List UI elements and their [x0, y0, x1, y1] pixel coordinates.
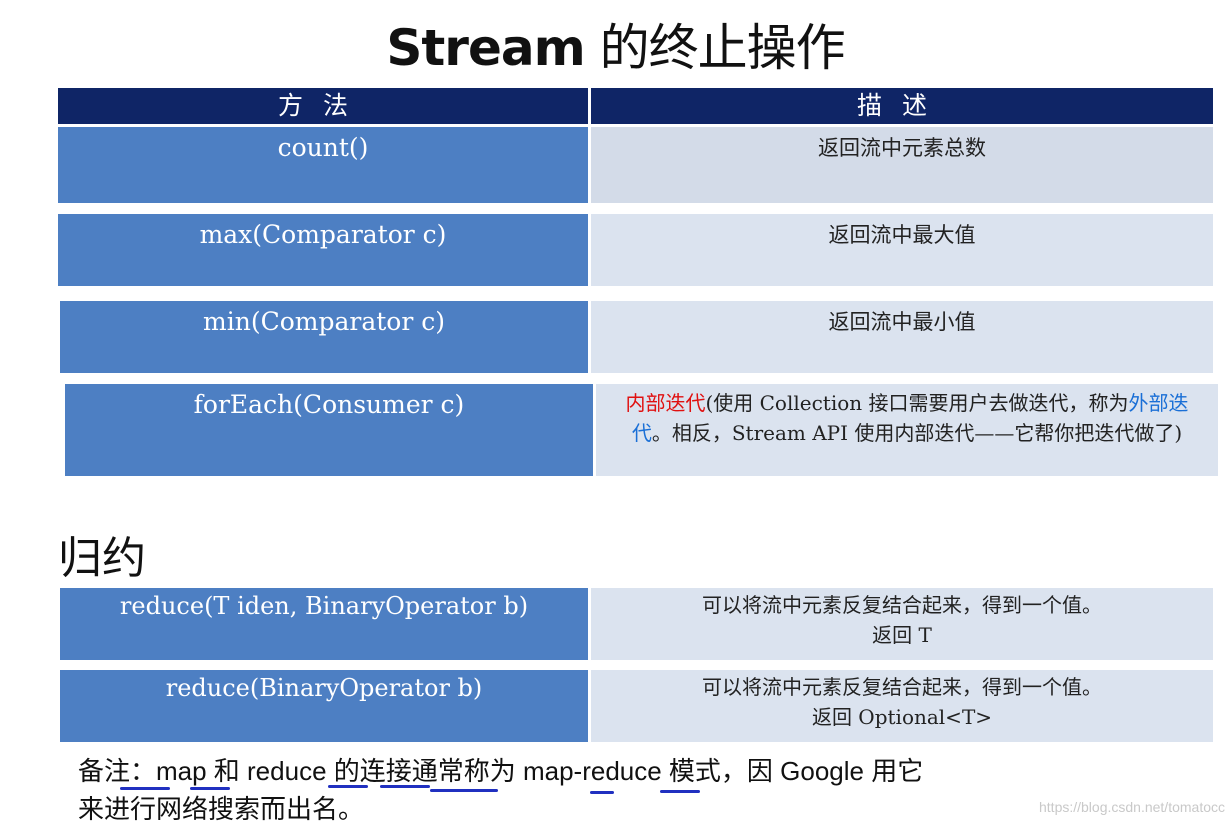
- annotation-underline: [120, 787, 170, 790]
- description-cell: 返回流中元素总数: [591, 127, 1213, 203]
- method-cell: forEach(Consumer c): [65, 384, 593, 476]
- note-line: 来进行网络搜索而出名。: [78, 794, 365, 824]
- note-line: 备注：map 和 reduce 的连接通常称为 map-reduce 模式，因 …: [78, 756, 924, 786]
- reduce-heading: 归约: [58, 533, 146, 584]
- annotation-underline: [590, 791, 614, 794]
- description-cell: 内部迭代(使用 Collection 接口需要用户去做迭代，称为外部迭代。相反，…: [596, 384, 1218, 476]
- table-row: reduce(T iden, BinaryOperator b) 可以将流中元素…: [60, 588, 1213, 660]
- annotation-underline: [660, 790, 700, 793]
- table-row: max(Comparator c) 返回流中最大值: [58, 214, 1213, 286]
- description-line: 返回 T: [872, 623, 932, 647]
- annotation-underline: [380, 785, 430, 788]
- header-method: 方法: [58, 88, 588, 124]
- annotation-underline: [430, 789, 498, 792]
- internal-iteration-highlight: 内部迭代: [625, 391, 706, 415]
- page-title: Stream 的终止操作: [0, 8, 1231, 80]
- title-latin: Stream: [386, 19, 585, 77]
- table-row: min(Comparator c) 返回流中最小值: [60, 301, 1213, 373]
- description-text: (使用 Collection 接口需要用户去做迭代，称为: [705, 391, 1129, 415]
- description-line: 可以将流中元素反复结合起来，得到一个值。: [702, 675, 1102, 699]
- method-cell: max(Comparator c): [58, 214, 588, 286]
- method-cell: min(Comparator c): [60, 301, 588, 373]
- title-cjk: 的终止操作: [584, 19, 846, 77]
- header-description: 描述: [591, 88, 1213, 124]
- method-cell: reduce(T iden, BinaryOperator b): [60, 588, 588, 660]
- description-cell: 可以将流中元素反复结合起来，得到一个值。 返回 T: [591, 588, 1213, 660]
- description-cell: 返回流中最小值: [591, 301, 1213, 373]
- annotation-underline: [190, 787, 230, 790]
- description-line: 可以将流中元素反复结合起来，得到一个值。: [702, 593, 1102, 617]
- description-cell: 返回流中最大值: [591, 214, 1213, 286]
- method-cell: count(): [58, 127, 588, 203]
- table-row: forEach(Consumer c) 内部迭代(使用 Collection 接…: [65, 384, 1218, 476]
- description-cell: 可以将流中元素反复结合起来，得到一个值。 返回 Optional<T>: [591, 670, 1213, 742]
- table-row: reduce(BinaryOperator b) 可以将流中元素反复结合起来，得…: [60, 670, 1213, 742]
- table-header: 方法 描述: [58, 88, 1213, 124]
- description-line: 返回 Optional<T>: [811, 705, 993, 729]
- table-row: count() 返回流中元素总数: [58, 127, 1213, 203]
- method-cell: reduce(BinaryOperator b): [60, 670, 588, 742]
- note: 备注：map 和 reduce 的连接通常称为 map-reduce 模式，因 …: [78, 752, 1128, 825]
- description-text: 。相反，Stream API 使用内部迭代——它帮你把迭代做了): [651, 421, 1183, 445]
- annotation-underline: [328, 785, 368, 788]
- watermark: https://blog.csdn.net/tomatocc: [1039, 799, 1225, 815]
